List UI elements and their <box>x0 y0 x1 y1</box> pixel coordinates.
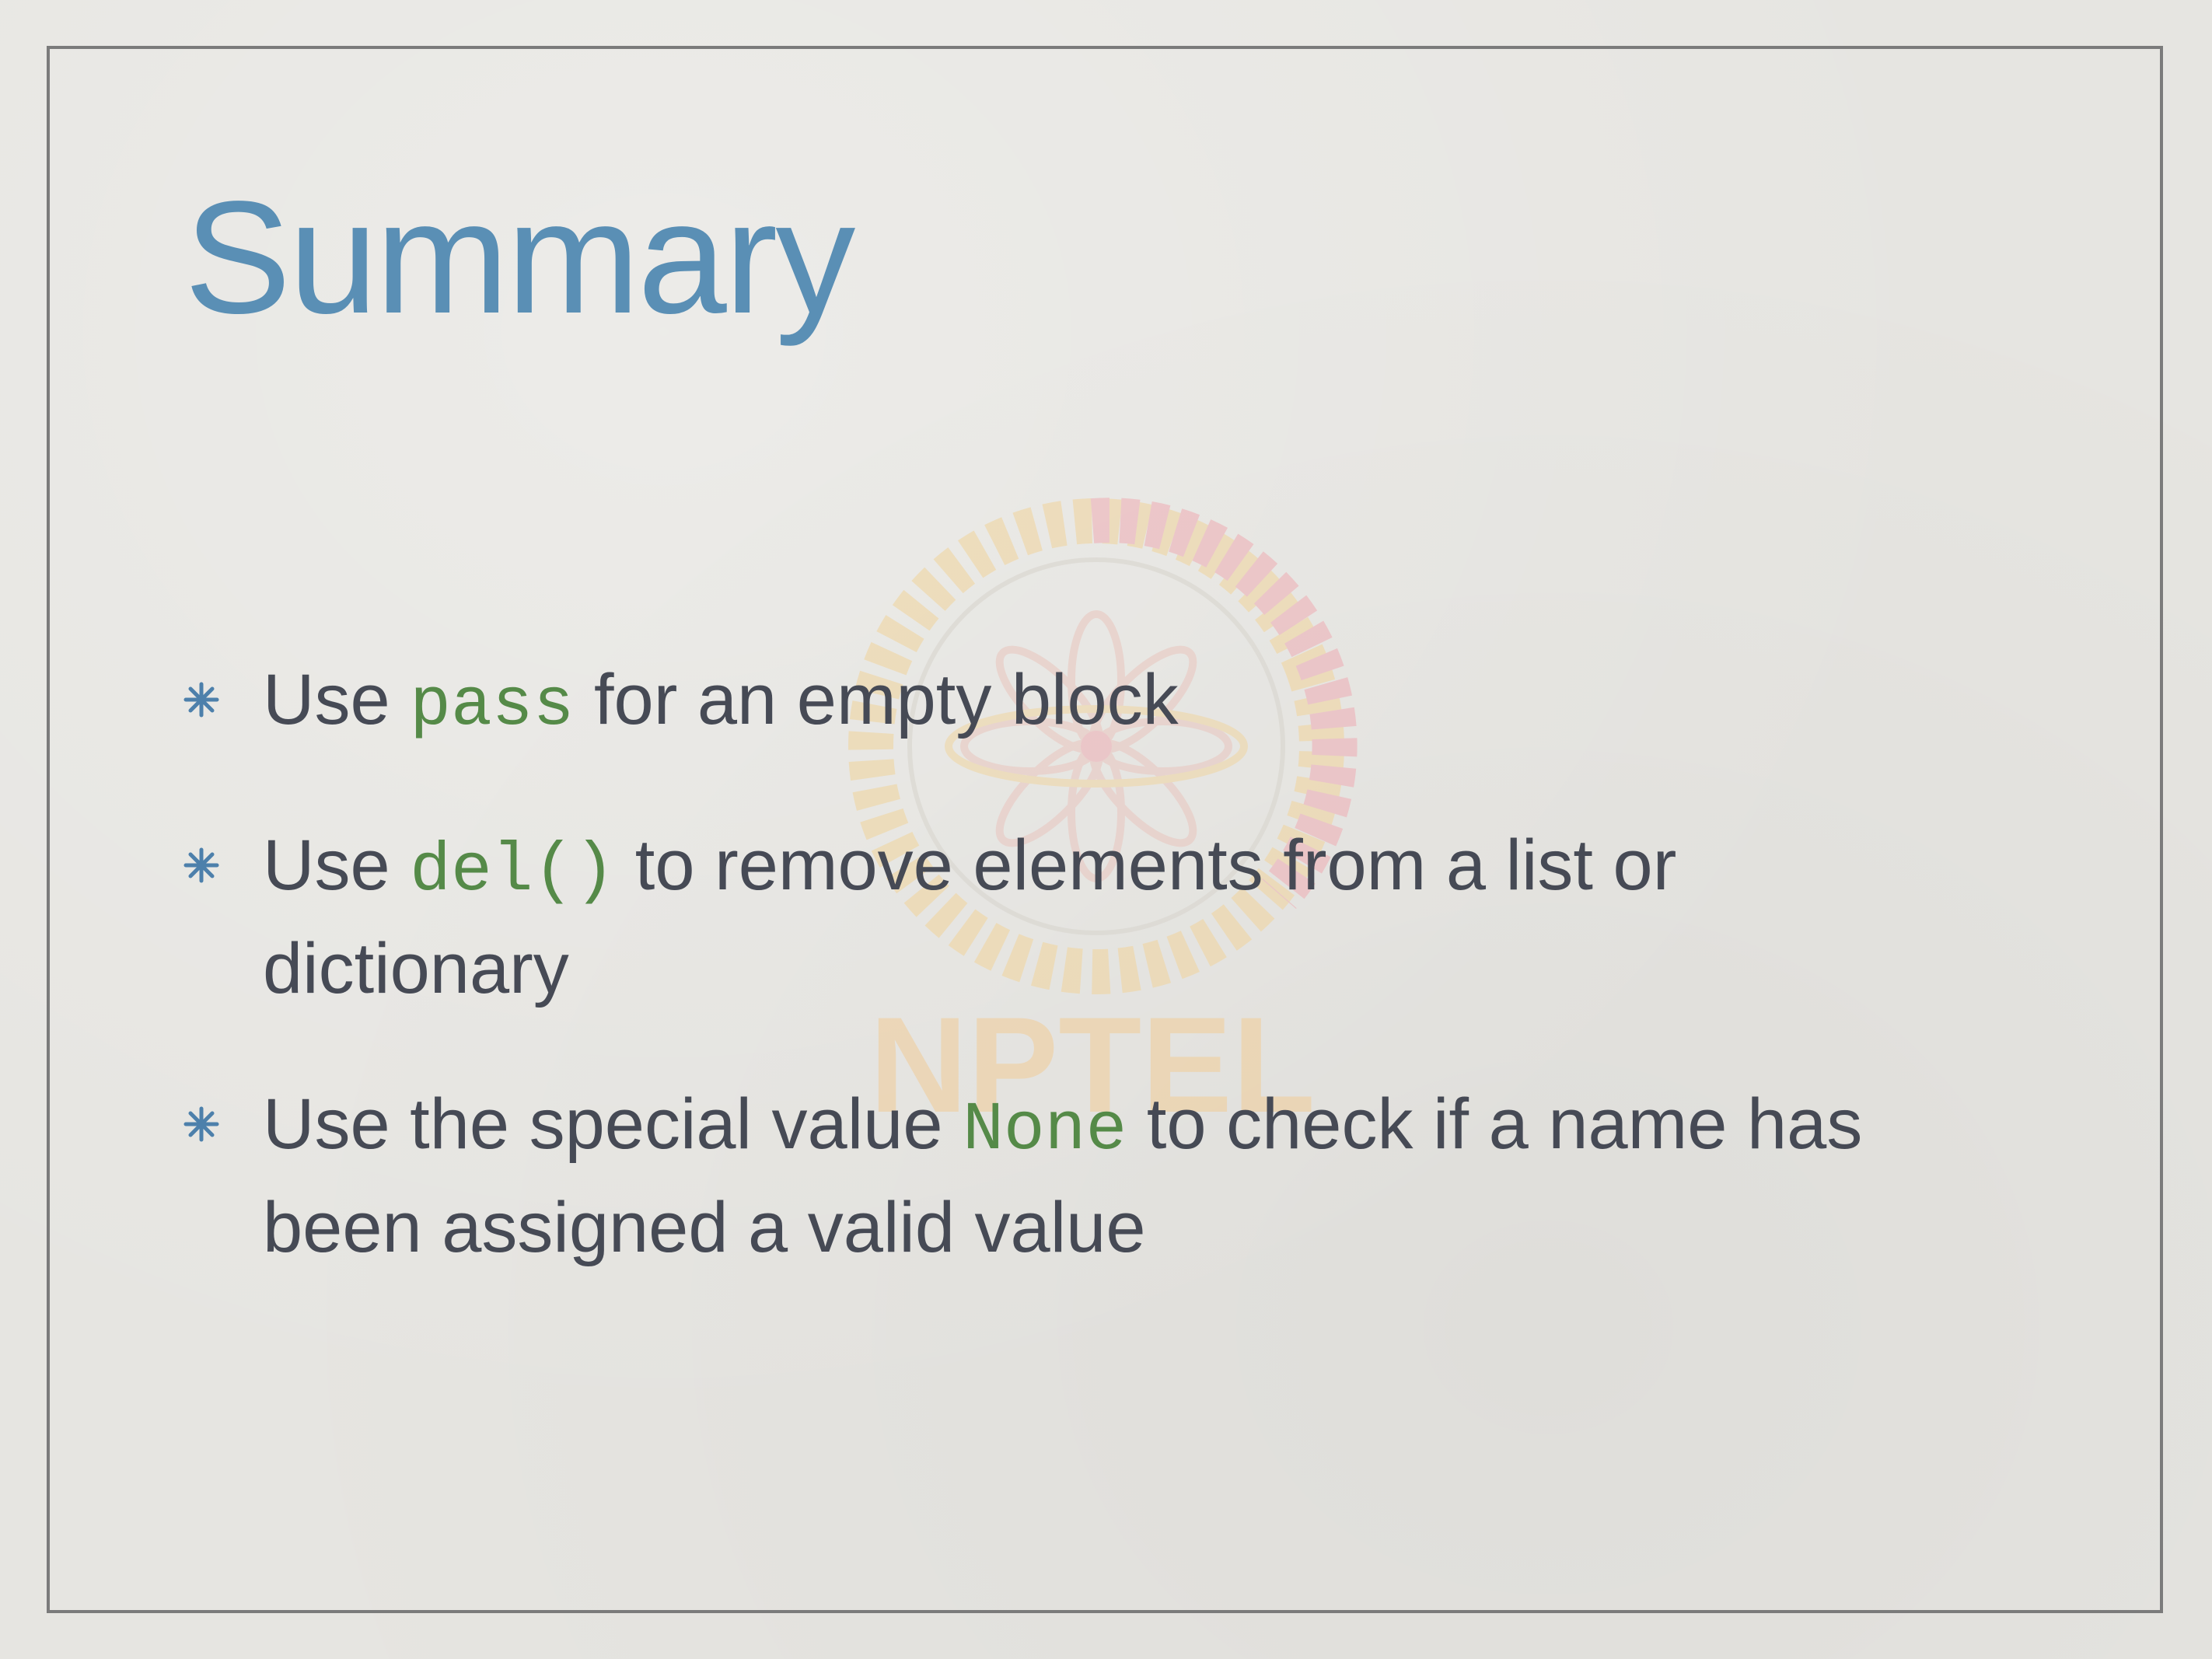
bullet-text: Use <box>263 660 411 739</box>
code-keyword: pass <box>410 668 575 745</box>
bullet-line: Use del() to remove elements from a list… <box>263 817 2051 920</box>
bullet-text: to remove elements from a list or <box>615 826 1677 905</box>
bullet-line-continued: been assigned a valid value <box>263 1188 1146 1267</box>
bullet-line: Use pass for an empty block <box>263 651 2051 755</box>
asterisk-bullet-icon <box>183 682 219 718</box>
bullet-item: Use pass for an empty block <box>183 651 2051 755</box>
code-keyword: del() <box>410 833 616 910</box>
bullet-line-continued: dictionary <box>263 929 569 1008</box>
code-keyword: None <box>963 1092 1127 1169</box>
bullet-list: Use pass for an empty block Use del() to… <box>0 0 2212 1659</box>
bullet-text: Use the special value <box>263 1084 963 1164</box>
bullet-text: for an empty block <box>574 660 1179 739</box>
bullet-item: Use the special value None to check if a… <box>183 1076 2051 1276</box>
bullet-item: Use del() to remove elements from a list… <box>183 817 2051 1017</box>
asterisk-bullet-icon <box>183 847 219 883</box>
asterisk-bullet-icon <box>183 1106 219 1142</box>
bullet-text: to check if a name has <box>1127 1084 1863 1164</box>
bullet-line: Use the special value None to check if a… <box>263 1076 2051 1179</box>
bullet-text: Use <box>263 826 411 905</box>
